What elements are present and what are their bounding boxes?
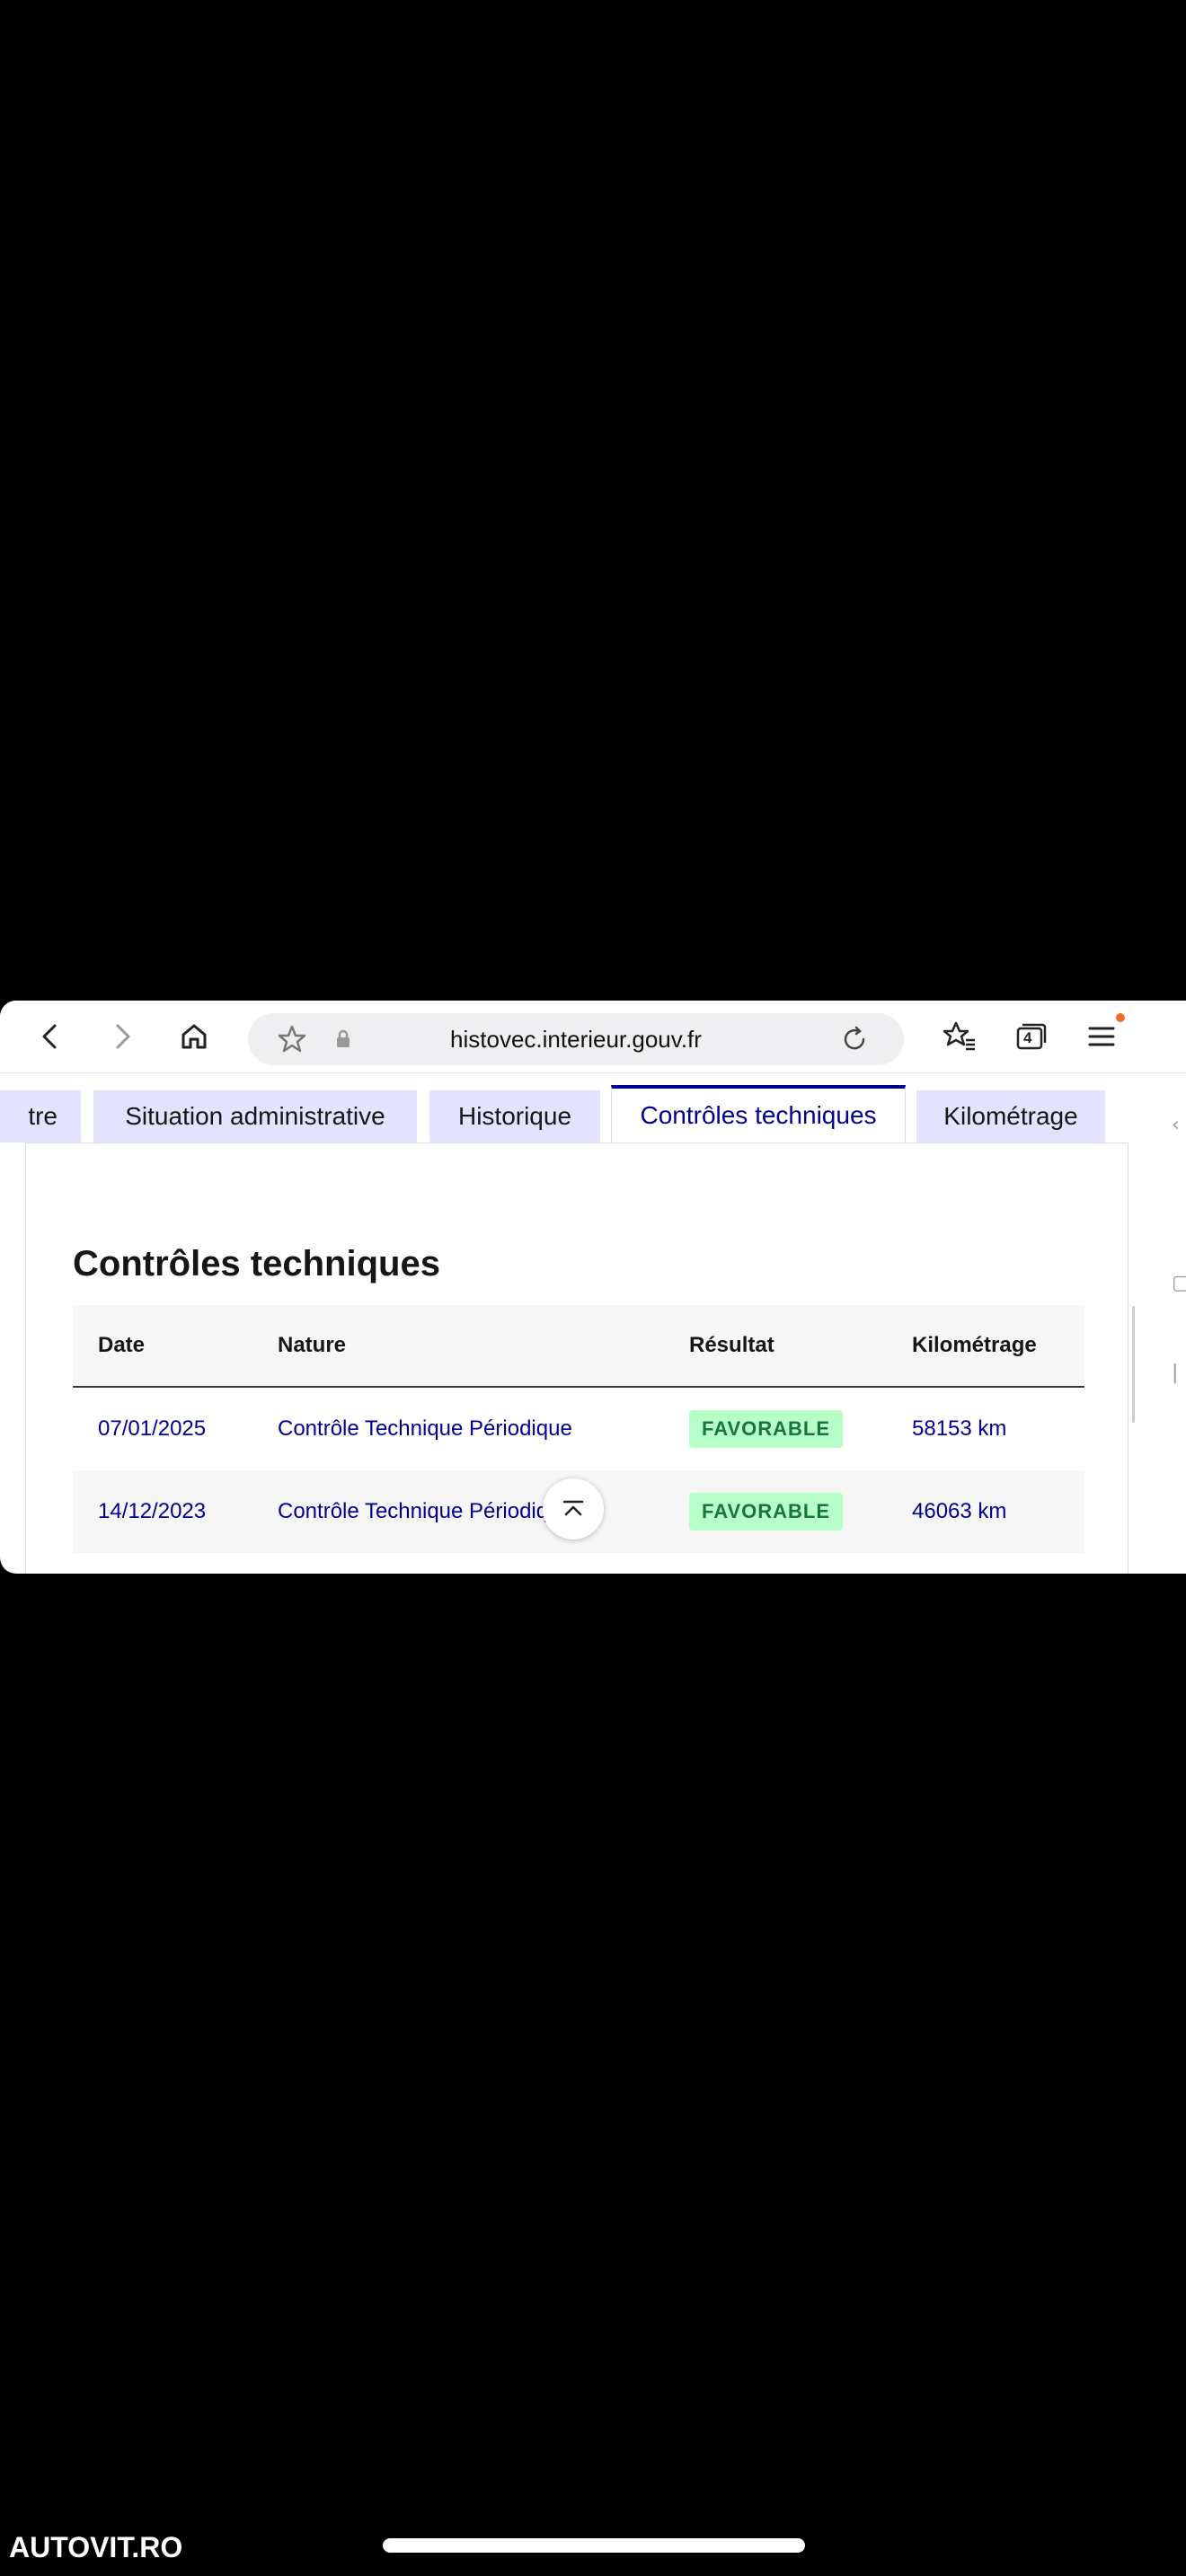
tab-label: Contrôles techniques: [640, 1101, 877, 1129]
cell-mileage: 46063 km: [912, 1499, 1007, 1523]
cell-nature: Contrôle Technique Périodique: [278, 1416, 572, 1441]
tab-list: tre Situation administrative Historique …: [0, 1080, 1132, 1144]
column-header-date: Date: [98, 1333, 146, 1357]
watermark-logo: AUTOVIT.RO: [9, 2531, 183, 2563]
status-badge: FAVORABLE: [689, 1493, 844, 1531]
arrow-up-to-line-icon: [562, 1500, 584, 1516]
chevron-right-icon: [116, 1024, 130, 1049]
notification-dot: [1116, 1013, 1125, 1022]
tab-partial[interactable]: tre: [0, 1090, 81, 1142]
browser-screen: histovec.interieur.gouv.fr 4 tre Situati…: [0, 1001, 1186, 1574]
cell-date: 14/12/2023: [98, 1499, 207, 1523]
status-badge: FAVORABLE: [689, 1410, 844, 1448]
edge-arrow-icon: ‹: [1172, 1114, 1180, 1136]
section-title: Contrôles techniques: [73, 1244, 440, 1284]
column-header-nature: Nature: [278, 1333, 347, 1357]
url-text: histovec.interieur.gouv.fr: [450, 1026, 702, 1053]
chevron-left-icon: [42, 1024, 57, 1049]
tab-kilometrage[interactable]: Kilométrage: [916, 1090, 1105, 1142]
tab-count: 4: [1023, 1029, 1032, 1046]
bookmarks-button[interactable]: [940, 1017, 979, 1056]
tab-controles-techniques[interactable]: Contrôles techniques: [611, 1085, 906, 1144]
tab-label: Historique: [457, 1102, 572, 1130]
tab-label: Kilométrage: [943, 1102, 1078, 1130]
back-button[interactable]: [31, 1017, 70, 1056]
tab-switcher-button[interactable]: 4: [1012, 1017, 1051, 1056]
column-header-result: Résultat: [689, 1333, 774, 1357]
back-to-top-button[interactable]: [543, 1478, 604, 1539]
hamburger-menu-icon: [1088, 1027, 1115, 1046]
home-icon: [181, 1024, 207, 1049]
cell-result: FAVORABLE: [664, 1470, 887, 1553]
column-header-mileage: Kilométrage: [912, 1333, 1037, 1357]
home-button[interactable]: [174, 1017, 214, 1056]
table-row: 07/01/2025 Contrôle Technique Périodique…: [73, 1387, 1084, 1470]
forward-button[interactable]: [102, 1017, 142, 1056]
edge-bar-icon: |: [1172, 1362, 1179, 1384]
address-bar[interactable]: histovec.interieur.gouv.fr: [248, 1013, 904, 1065]
tab-situation-administrative[interactable]: Situation administrative: [93, 1090, 417, 1142]
home-indicator[interactable]: [383, 2538, 805, 2553]
browser-toolbar: histovec.interieur.gouv.fr 4: [0, 1001, 1186, 1073]
edge-partial-icon: ▢: [1172, 1272, 1186, 1294]
table-header-row: Date Nature Résultat Kilométrage: [73, 1305, 1084, 1387]
tab-historique[interactable]: Historique: [429, 1090, 600, 1142]
menu-button[interactable]: [1082, 1017, 1121, 1056]
reload-icon[interactable]: [839, 1024, 870, 1054]
page-scrollbar[interactable]: [1132, 1306, 1135, 1423]
cell-result: FAVORABLE: [664, 1387, 887, 1470]
star-list-icon: [943, 1021, 975, 1051]
tab-label: tre: [28, 1102, 58, 1130]
cell-mileage: 58153 km: [912, 1416, 1007, 1441]
tab-label: Situation administrative: [125, 1102, 385, 1130]
cell-date: 07/01/2025: [98, 1416, 207, 1441]
